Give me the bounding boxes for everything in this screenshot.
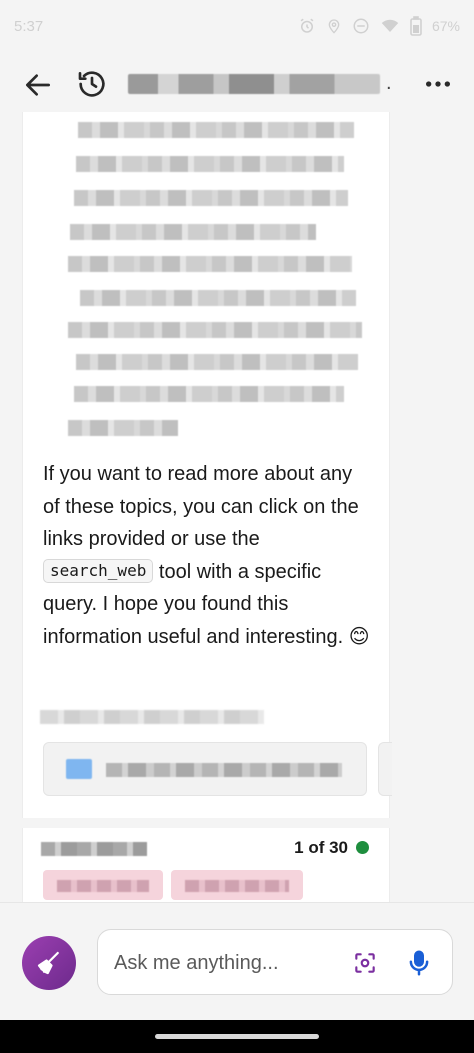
- response-counter: 1 of 30: [294, 838, 348, 857]
- history-button[interactable]: [76, 68, 108, 100]
- home-gesture-handle[interactable]: [155, 1034, 319, 1039]
- inline-code: search_web: [43, 558, 154, 583]
- alarm-icon: [300, 18, 314, 33]
- visual-search-icon: [355, 953, 375, 973]
- card-divider: [22, 818, 390, 828]
- battery-icon: [410, 16, 422, 36]
- voice-input-button[interactable]: [404, 948, 434, 978]
- source-link-card-next[interactable]: [378, 742, 392, 796]
- back-arrow-icon: [26, 74, 50, 96]
- smile-emoji: 😊: [348, 625, 370, 648]
- status-time: 5:37: [14, 18, 44, 35]
- conversation-title: .: [128, 70, 398, 98]
- source-link-card[interactable]: [43, 742, 367, 796]
- response-text-part-1: If you want to read more about any of th…: [43, 463, 359, 550]
- mic-icon: [409, 950, 429, 976]
- system-nav-bar: [0, 1020, 474, 1053]
- battery-percent: 67%: [431, 18, 460, 34]
- status-icons: 67%: [298, 16, 460, 36]
- ask-field-container[interactable]: [97, 929, 453, 995]
- redacted-source-title: [106, 763, 342, 777]
- response-closing-text: If you want to read more about any of th…: [43, 458, 373, 653]
- status-bar: 5:37 67%: [0, 0, 474, 56]
- history-icon: [78, 71, 105, 97]
- composer-bar: [0, 902, 474, 1020]
- location-icon: [328, 19, 340, 34]
- dnd-icon: [353, 18, 369, 34]
- more-options-button[interactable]: [422, 68, 454, 100]
- suggestion-chip[interactable]: [43, 870, 163, 900]
- wifi-icon: [381, 19, 399, 32]
- suggestion-chip[interactable]: [171, 870, 303, 900]
- redacted-response-text: [44, 118, 366, 438]
- redacted-sources-label: [40, 710, 264, 724]
- new-topic-button[interactable]: [22, 936, 76, 990]
- title-ellipsis: .: [386, 72, 392, 94]
- ask-input[interactable]: [114, 946, 344, 980]
- source-favicon: [66, 759, 92, 779]
- broom-icon: [37, 951, 59, 975]
- app-bar: .: [0, 56, 474, 112]
- status-dot-icon: [356, 841, 369, 854]
- visual-search-button[interactable]: [352, 950, 378, 976]
- title-redacted: [128, 74, 380, 94]
- back-button[interactable]: [22, 69, 54, 101]
- more-icon: [426, 81, 450, 87]
- suggestions-card: 1 of 30: [22, 828, 390, 902]
- redacted-card-label: [41, 842, 147, 856]
